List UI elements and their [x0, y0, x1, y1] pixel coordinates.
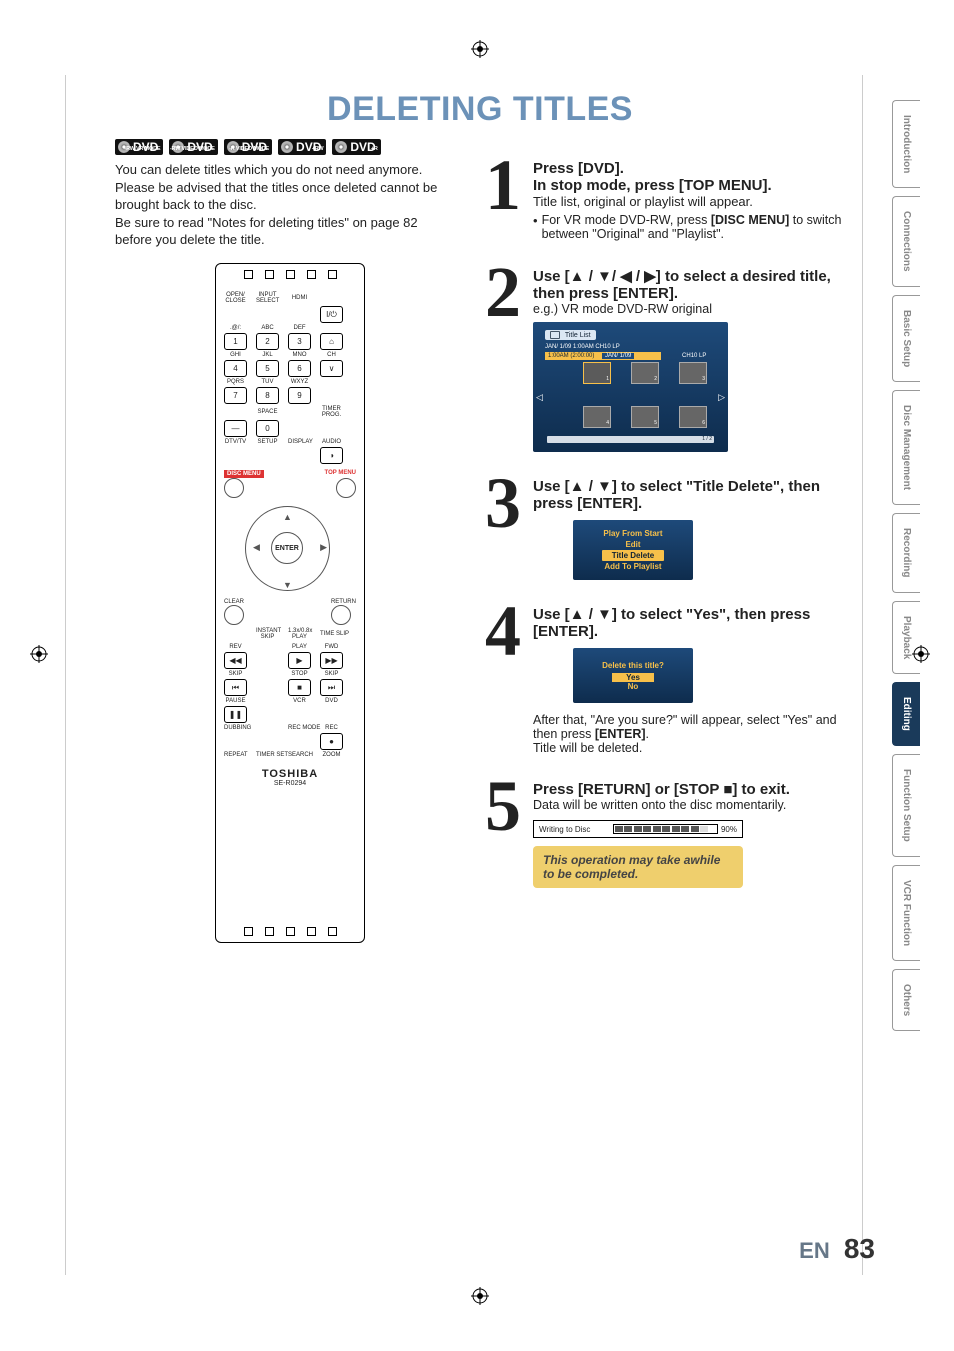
confirm-no: No: [628, 682, 639, 691]
write-label: Writing to Disc: [539, 825, 590, 834]
writing-progress: Writing to Disc 90%: [533, 820, 743, 838]
step-eg: e.g.) VR mode DVD-RW original: [533, 302, 855, 316]
step-title: Use [▲ / ▼] to select "Title Delete", th…: [533, 478, 855, 512]
step-title: Press [RETURN] or [STOP ■] to exit.: [533, 781, 855, 798]
step-number: 3: [485, 478, 521, 580]
tab-vcr-function[interactable]: VCR Function: [892, 865, 920, 961]
disc-badge: DVD-RW VR MODE: [115, 139, 163, 155]
confirm-yes: Yes: [612, 673, 654, 682]
title-list-screen: Title List JAN/ 1/09 1:00AM CH10 LP 1:00…: [533, 322, 728, 452]
margin-line-right: [862, 75, 863, 1275]
bullet: •: [533, 213, 538, 241]
thumbnail-cell: 3: [679, 362, 707, 384]
tab-disc-management[interactable]: Disc Management: [892, 390, 920, 505]
intro-line: Please be advised that the titles once d…: [115, 179, 445, 214]
disc-badge: DVD+RW: [278, 139, 326, 155]
crop-mark-left: [30, 645, 48, 663]
step-number: 5: [485, 781, 521, 888]
remote-control-illustration: OPEN/ CLOSEINPUT SELECTHDMII/⏻.@/:ABCDEF…: [215, 263, 395, 963]
confirm-question: Delete this title?: [602, 661, 664, 670]
step-4: 4 Use [▲ / ▼] to select "Yes", then pres…: [485, 606, 855, 755]
menu-item: Add To Playlist: [604, 561, 661, 572]
intro-text: You can delete titles which you do not n…: [115, 161, 445, 249]
step-title: Press [DVD].: [533, 160, 855, 177]
tab-basic-setup[interactable]: Basic Setup: [892, 295, 920, 382]
step-after2: Title will be deleted.: [533, 741, 855, 755]
menu-item: Edit: [625, 539, 640, 550]
tab-connections[interactable]: Connections: [892, 196, 920, 287]
screen-sub: JAN/ 1/09 1:00AM CH10 LP: [545, 344, 620, 350]
margin-line-left: [65, 75, 66, 1275]
instruction-steps: 1 Press [DVD]. In stop mode, press [TOP …: [485, 160, 855, 914]
step-2: 2 Use [▲ / ▼/ ◀ / ▶] to select a desired…: [485, 267, 855, 452]
tab-recording[interactable]: Recording: [892, 513, 920, 592]
thumbnail-cell: 2: [631, 362, 659, 384]
screen-highlight: 1:00AM (2:00:00) JAN/ 1/09 CH10 LP: [545, 352, 661, 360]
footer-page: 83: [844, 1233, 875, 1264]
tab-others[interactable]: Others: [892, 969, 920, 1031]
disc-badge: DVD-RW VIDEO MODE: [169, 139, 217, 155]
disc-badge: DVD-R VIDEO MODE: [224, 139, 272, 155]
tab-introduction[interactable]: Introduction: [892, 100, 920, 188]
thumbnail-cell: 5: [631, 406, 659, 428]
tab-function-setup[interactable]: Function Setup: [892, 754, 920, 857]
step-title: Use [▲ / ▼] to select "Yes", then press …: [533, 606, 855, 640]
step-number: 2: [485, 267, 521, 452]
section-tabs: Introduction Connections Basic Setup Disc M…: [892, 100, 920, 1031]
thumbnail-cell: 6: [679, 406, 707, 428]
crop-mark-bottom: [471, 1287, 489, 1310]
warning-box: This operation may take awhile to be com…: [533, 846, 743, 888]
confirm-screen: Delete this title? Yes No: [573, 648, 693, 703]
disc-badge: DVD+R: [332, 139, 380, 155]
footer-lang: EN: [799, 1238, 830, 1263]
step-3: 3 Use [▲ / ▼] to select "Title Delete", …: [485, 478, 855, 580]
tab-playback[interactable]: Playback: [892, 601, 920, 674]
step-1: 1 Press [DVD]. In stop mode, press [TOP …: [485, 160, 855, 241]
screen-header: Title List: [545, 330, 596, 340]
step-title: Use [▲ / ▼/ ◀ / ▶] to select a desired t…: [533, 267, 855, 302]
page-indicator: 1 / 2: [702, 436, 712, 442]
menu-item: Title Delete: [602, 550, 665, 561]
crop-mark-top: [471, 40, 489, 58]
step-line: Title list, original or playlist will ap…: [533, 194, 855, 209]
step-subtitle: In stop mode, press [TOP MENU].: [533, 177, 855, 194]
thumbnail-cell: 1: [583, 362, 611, 384]
write-pct: 90%: [721, 825, 737, 834]
thumbnail-grid: 123 456: [583, 362, 709, 428]
step-number: 4: [485, 606, 521, 755]
page-footer: EN 83: [799, 1233, 875, 1265]
thumbnail-cell: 4: [583, 406, 611, 428]
page: DELETING TITLES DVD-RW VR MODE DVD-RW VID…: [65, 65, 895, 1285]
intro-line: You can delete titles which you do not n…: [115, 161, 445, 179]
step-line: Data will be written onto the disc momen…: [533, 798, 855, 812]
menu-screen: Play From StartEditTitle DeleteAdd To Pl…: [573, 520, 693, 580]
step-after: After that, "Are you sure?" will appear,…: [533, 713, 837, 741]
step-number: 1: [485, 160, 521, 241]
progress-bar: [613, 824, 718, 834]
menu-item: Play From Start: [603, 528, 662, 539]
tab-editing[interactable]: Editing: [892, 682, 920, 746]
step-bullet: For VR mode DVD-RW, press [DISC MENU] to…: [542, 213, 842, 241]
intro-line: Be sure to read "Notes for deleting titl…: [115, 214, 445, 249]
page-title: DELETING TITLES: [65, 90, 895, 129]
step-5: 5 Press [RETURN] or [STOP ■] to exit. Da…: [485, 781, 855, 888]
